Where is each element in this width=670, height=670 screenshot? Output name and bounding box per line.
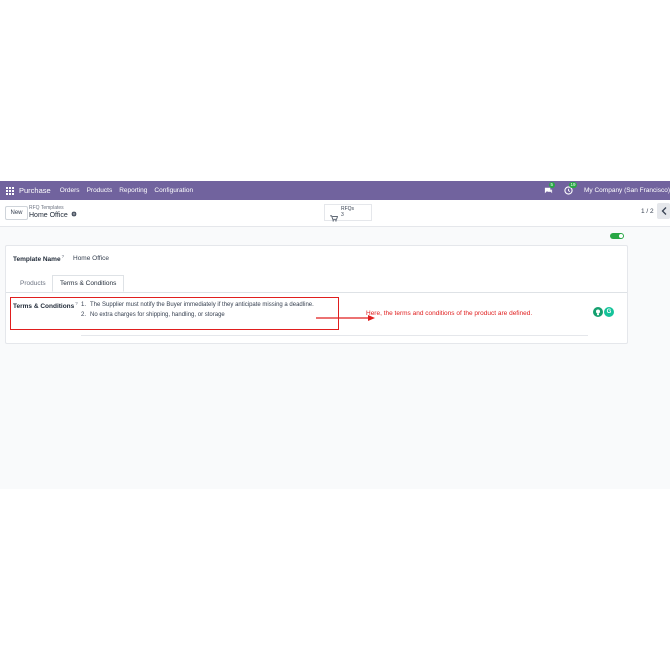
new-button[interactable]: New	[5, 206, 28, 220]
company-switcher[interactable]: My Company (San Francisco)	[584, 187, 670, 194]
annotation-text: Here, the terms and conditions of the pr…	[366, 310, 533, 317]
tab-terms-conditions[interactable]: Terms & Conditions	[52, 275, 125, 292]
template-name-input[interactable]: Home Office	[73, 255, 109, 262]
tab-products[interactable]: Products	[20, 280, 46, 287]
record-title-text: Home Office	[29, 211, 68, 219]
template-name-help-icon[interactable]: ?	[62, 254, 65, 259]
apps-grid-icon[interactable]	[6, 186, 14, 195]
template-name-label: Template Name?	[13, 254, 65, 264]
control-panel: New RFQ Templates Home Office RFQs 3 1 /…	[0, 200, 670, 227]
rfqs-count: 3	[341, 212, 344, 218]
pager-previous-button[interactable]	[657, 203, 670, 219]
record-title: Home Office	[29, 211, 77, 219]
tab-divider	[6, 292, 627, 293]
terms-field-underline	[81, 335, 588, 336]
menu-orders[interactable]: Orders	[60, 187, 80, 194]
messages-icon[interactable]: 5	[544, 182, 555, 195]
messages-badge: 5	[549, 182, 555, 188]
menu-reporting[interactable]: Reporting	[119, 187, 147, 194]
menu-configuration[interactable]: Configuration	[154, 187, 193, 194]
highlight-box	[10, 297, 339, 330]
grammarly-icon[interactable]: G	[604, 307, 614, 317]
active-toggle[interactable]	[610, 233, 624, 239]
cart-icon	[330, 209, 339, 227]
app-name[interactable]: Purchase	[19, 186, 51, 195]
activities-clock-icon[interactable]: 19	[564, 182, 578, 195]
menu-products[interactable]: Products	[87, 187, 113, 194]
odoo-app: Purchase Orders Products Reporting Confi…	[0, 181, 670, 489]
form-sheet: Template Name? Home Office Products Term…	[5, 245, 628, 344]
gear-icon[interactable]	[71, 211, 77, 219]
chevron-left-icon	[661, 202, 667, 220]
pager-value[interactable]: 1 / 2	[641, 208, 654, 215]
navbar-systray: 5 19 My Company (San Francisco)	[544, 181, 670, 200]
top-navbar: Purchase Orders Products Reporting Confi…	[0, 181, 670, 200]
ai-bulb-icon[interactable]	[593, 307, 603, 317]
activities-badge: 19	[569, 182, 578, 188]
rfqs-smart-button[interactable]: RFQs 3	[324, 204, 372, 222]
